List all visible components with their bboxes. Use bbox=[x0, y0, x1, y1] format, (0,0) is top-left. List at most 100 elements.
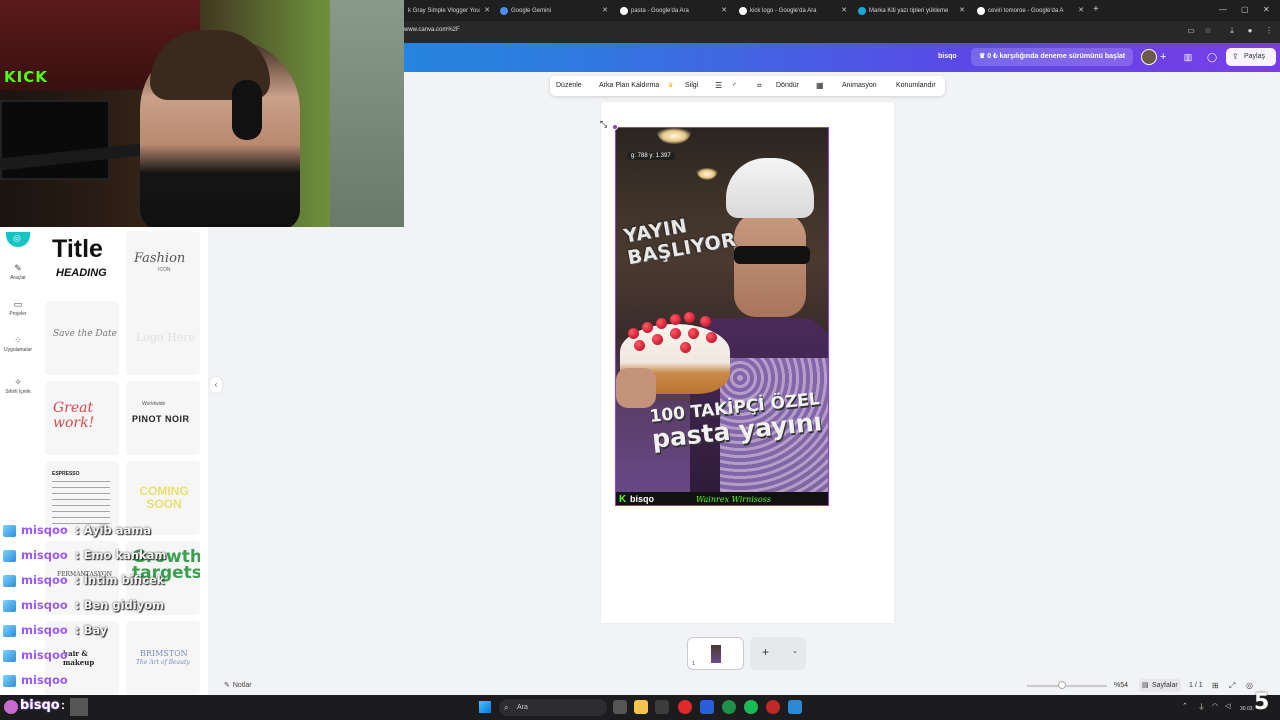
design-brand: bisqo bbox=[630, 494, 654, 504]
start-trial-button[interactable]: ♛ 0 ₺ karşılığında deneme sürümünü başla… bbox=[971, 48, 1134, 66]
analytics-icon[interactable]: ▥ bbox=[1180, 50, 1196, 64]
download-icon[interactable]: ⤓ bbox=[1227, 26, 1237, 36]
tab-pasta-search[interactable]: pasta - Google'da Ara ✕ bbox=[619, 3, 731, 19]
sidebar-item-magic[interactable]: ✧ Sihirli İçerik bbox=[0, 377, 36, 396]
zoom-slider-knob[interactable] bbox=[1058, 681, 1066, 689]
corner-number-badge: 5 bbox=[1254, 690, 1270, 715]
comment-icon[interactable]: ◯ bbox=[1204, 50, 1220, 64]
edit-button[interactable]: Düzenle bbox=[556, 76, 582, 96]
lamp-light bbox=[696, 168, 718, 180]
lamp-light bbox=[656, 128, 692, 144]
template-card[interactable]: BRIMSTON The Art of Beauty bbox=[126, 621, 200, 695]
tray-icon[interactable]: ⏚ bbox=[1198, 702, 1205, 712]
menu-dots-icon[interactable]: ⋮ bbox=[1264, 26, 1274, 36]
sidebar-item-projects[interactable]: ▭ Projeler bbox=[0, 299, 36, 318]
wifi-icon[interactable]: ◠ bbox=[1212, 702, 1218, 710]
elements-icon: ◎ bbox=[13, 233, 21, 243]
share-button[interactable]: ⇪ Paylaş bbox=[1226, 48, 1276, 66]
taskbar-search[interactable]: ⌕ Ara bbox=[499, 699, 607, 716]
chrome-icon[interactable] bbox=[722, 700, 736, 714]
tab-translate-search[interactable]: ceviri tomoroe - Google'da A ✕ bbox=[976, 3, 1088, 19]
template-subtitle: HEADING bbox=[56, 267, 107, 279]
cast-icon[interactable]: ▭ bbox=[1186, 26, 1196, 36]
close-icon[interactable]: ✕ bbox=[484, 3, 490, 19]
clock[interactable]: 30.03. bbox=[1240, 706, 1254, 712]
maximize-icon[interactable]: ▢ bbox=[1241, 3, 1249, 17]
rail-active-tab[interactable]: ◎ bbox=[6, 232, 30, 247]
help-check-icon[interactable]: ◎ bbox=[1246, 681, 1253, 690]
chat-username: misqoo bbox=[21, 673, 68, 687]
selected-image[interactable]: YAYIN BAŞLIYOR 100 TAKİPÇİ ÖZEL pasta ya… bbox=[615, 127, 829, 506]
animate-button[interactable]: Animasyon bbox=[842, 76, 877, 96]
template-title: COMING SOON bbox=[139, 484, 189, 511]
sidebar-item-label: Araçlar bbox=[10, 275, 26, 281]
corner-rounding-icon[interactable]: ◜ bbox=[733, 76, 736, 96]
eraser-button[interactable]: Silgi bbox=[685, 76, 698, 96]
close-icon[interactable]: ✕ bbox=[721, 3, 727, 19]
tab-brand-kit[interactable]: Marka Kiti yazı tipleri yükleme ✕ bbox=[857, 3, 969, 19]
pages-button[interactable]: ▤ Sayfalar bbox=[1139, 679, 1181, 692]
app-icon[interactable] bbox=[766, 700, 780, 714]
chevron-down-icon[interactable]: ⌄ bbox=[792, 647, 798, 655]
task-view-icon[interactable] bbox=[613, 700, 627, 714]
url-field[interactable]: www.canva.com%2F bbox=[404, 27, 460, 33]
file-explorer-icon[interactable] bbox=[634, 700, 648, 714]
zoom-value[interactable]: %54 bbox=[1114, 682, 1128, 689]
spotify-icon[interactable] bbox=[744, 700, 758, 714]
new-tab-button[interactable]: + bbox=[1093, 3, 1099, 17]
position-button[interactable]: Konumlandır bbox=[896, 76, 936, 96]
kick-badge-icon bbox=[3, 675, 16, 687]
magic-icon: ✧ bbox=[14, 377, 22, 387]
user-name[interactable]: bisqo bbox=[938, 53, 957, 60]
rotate-button[interactable]: Döndür bbox=[776, 76, 799, 96]
template-card[interactable]: Title HEADING bbox=[45, 231, 119, 305]
minimize-icon[interactable]: — bbox=[1219, 3, 1227, 17]
google-icon bbox=[620, 7, 628, 15]
grid-view-icon[interactable]: ⊞ bbox=[1212, 681, 1219, 690]
close-icon[interactable]: ✕ bbox=[602, 3, 608, 19]
window-close-icon[interactable]: ✕ bbox=[1263, 3, 1270, 17]
tab-kick-logo-search[interactable]: kick logo - Google'da Ara ✕ bbox=[738, 3, 851, 19]
close-icon[interactable]: ✕ bbox=[959, 3, 965, 19]
app-icon[interactable] bbox=[700, 700, 714, 714]
coordinate-readout: g: 788 y: 1.397 bbox=[627, 152, 675, 160]
app-icon[interactable] bbox=[788, 700, 802, 714]
notes-button[interactable]: ✎ Notlar bbox=[224, 681, 252, 689]
app-icon[interactable] bbox=[655, 700, 669, 714]
kick-badge-icon bbox=[3, 650, 16, 662]
crop-icon[interactable]: ⌗ bbox=[757, 76, 762, 96]
bookmark-star-icon[interactable]: ☆ bbox=[1203, 26, 1213, 36]
tab-gemini[interactable]: Google Gemini ✕ bbox=[499, 3, 612, 19]
bg-remove-button[interactable]: Arka Plan Kaldırma bbox=[599, 76, 659, 96]
tools-icon: ✎ bbox=[14, 263, 22, 273]
zoom-slider[interactable] bbox=[1027, 685, 1107, 687]
volume-icon[interactable]: ◁ bbox=[1225, 702, 1230, 710]
template-card[interactable]: Worldwide PINOT NOIR bbox=[126, 381, 200, 455]
template-card[interactable]: Great work! bbox=[45, 381, 119, 455]
template-subtitle: The Art of Beauty bbox=[136, 659, 190, 666]
template-card[interactable]: Save the Date bbox=[45, 301, 119, 375]
sidebar-item-tools[interactable]: ✎ Araçlar bbox=[0, 263, 36, 282]
close-icon[interactable]: ✕ bbox=[841, 3, 847, 19]
add-page-button[interactable]: + ⌄ bbox=[750, 637, 806, 670]
border-style-icon[interactable]: ☰ bbox=[715, 76, 722, 96]
close-icon[interactable]: ✕ bbox=[1078, 3, 1084, 19]
resize-handle[interactable] bbox=[612, 124, 618, 130]
tab-youtube[interactable]: k Gray Simple Vlogger You ✕ bbox=[396, 3, 494, 19]
avatar[interactable] bbox=[1141, 49, 1157, 65]
tab-label: Google Gemini bbox=[511, 8, 552, 14]
invite-plus-icon[interactable]: + bbox=[1160, 50, 1166, 64]
strawberry bbox=[700, 316, 711, 327]
sidebar-item-apps[interactable]: ⁘ Uygulamalar bbox=[0, 335, 36, 354]
windows-start-icon[interactable] bbox=[479, 701, 491, 713]
strawberry bbox=[652, 334, 663, 345]
opera-icon[interactable] bbox=[678, 700, 692, 714]
tray-chevron-icon[interactable]: ⌃ bbox=[1182, 702, 1188, 710]
page-thumbnail[interactable]: 1 bbox=[687, 637, 744, 670]
template-card[interactable]: Fashion ICON bbox=[126, 231, 200, 305]
collapse-panel-button[interactable]: ‹ bbox=[210, 377, 222, 393]
template-card[interactable]: Logo Here bbox=[126, 301, 200, 375]
transparency-icon[interactable]: ▦ bbox=[816, 76, 824, 96]
fullscreen-icon[interactable]: ⤢ bbox=[1229, 681, 1235, 691]
profile-icon[interactable]: ● bbox=[1245, 26, 1255, 36]
